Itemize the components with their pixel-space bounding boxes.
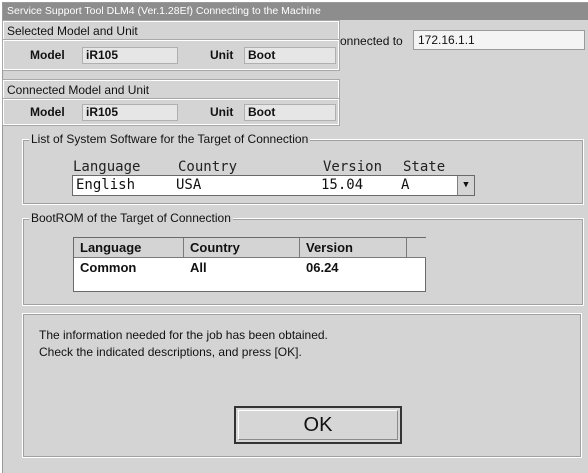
selected-country: USA: [176, 177, 202, 193]
selected-state: A: [401, 177, 410, 193]
row-version: 06.24: [306, 260, 339, 275]
window-title: Service Support Tool DLM4 (Ver.1.28Ef) C…: [7, 5, 321, 17]
bootrom-col-version: Version: [300, 238, 407, 258]
ok-button[interactable]: OK: [234, 406, 402, 444]
dialog-window: Service Support Tool DLM4 (Ver.1.28Ef) C…: [2, 2, 588, 473]
bootrom-col-filler: [407, 238, 426, 258]
bootrom-table: Language Country Version Common All 06.2…: [73, 237, 426, 292]
row-country: All: [190, 260, 207, 275]
message-line-2: Check the indicated descriptions, and pr…: [39, 345, 302, 359]
system-software-dropdown[interactable]: English USA 15.04 A ▼: [72, 175, 475, 196]
bootrom-col-language: Language: [74, 238, 184, 258]
selected-language: English: [76, 177, 136, 193]
row-language: Common: [80, 260, 137, 275]
chevron-down-icon[interactable]: ▼: [457, 176, 474, 195]
connected-model-panel: Model iR105 Unit Boot: [2, 98, 340, 126]
header-language: Language: [73, 159, 141, 175]
header-country: Country: [178, 159, 238, 175]
selected-model-label: Model: [30, 48, 65, 62]
selected-model-header: Selected Model and Unit: [7, 24, 138, 38]
message-line-1: The information needed for the job has b…: [39, 328, 328, 342]
header-state: State: [403, 159, 446, 175]
bootrom-legend: BootROM of the Target of Connection: [29, 211, 233, 225]
selected-unit-label: Unit: [210, 48, 234, 62]
selected-unit-value: Boot: [244, 47, 336, 64]
header-version: Version: [323, 159, 383, 175]
title-bar: Service Support Tool DLM4 (Ver.1.28Ef) C…: [3, 3, 588, 20]
system-software-legend: List of System Software for the Target o…: [29, 132, 311, 146]
ip-address-field: 172.16.1.1: [413, 30, 585, 50]
connected-model-header: Connected Model and Unit: [7, 83, 150, 97]
connected-header-panel: Connected Model and Unit: [2, 79, 340, 100]
connected-to-label: onnected to: [340, 34, 403, 48]
selected-model-value: iR105: [82, 47, 178, 64]
selected-version: 15.04: [321, 177, 364, 193]
connected-model-label: Model: [30, 105, 65, 119]
connected-unit-value: Boot: [244, 104, 336, 121]
ok-button-label: OK: [303, 414, 333, 436]
connected-unit-label: Unit: [210, 105, 234, 119]
selected-model-panel: Model iR105 Unit Boot: [2, 39, 340, 71]
connected-model-value: iR105: [82, 104, 178, 121]
bootrom-col-country: Country: [184, 238, 300, 258]
selected-header-panel: Selected Model and Unit: [2, 20, 340, 41]
